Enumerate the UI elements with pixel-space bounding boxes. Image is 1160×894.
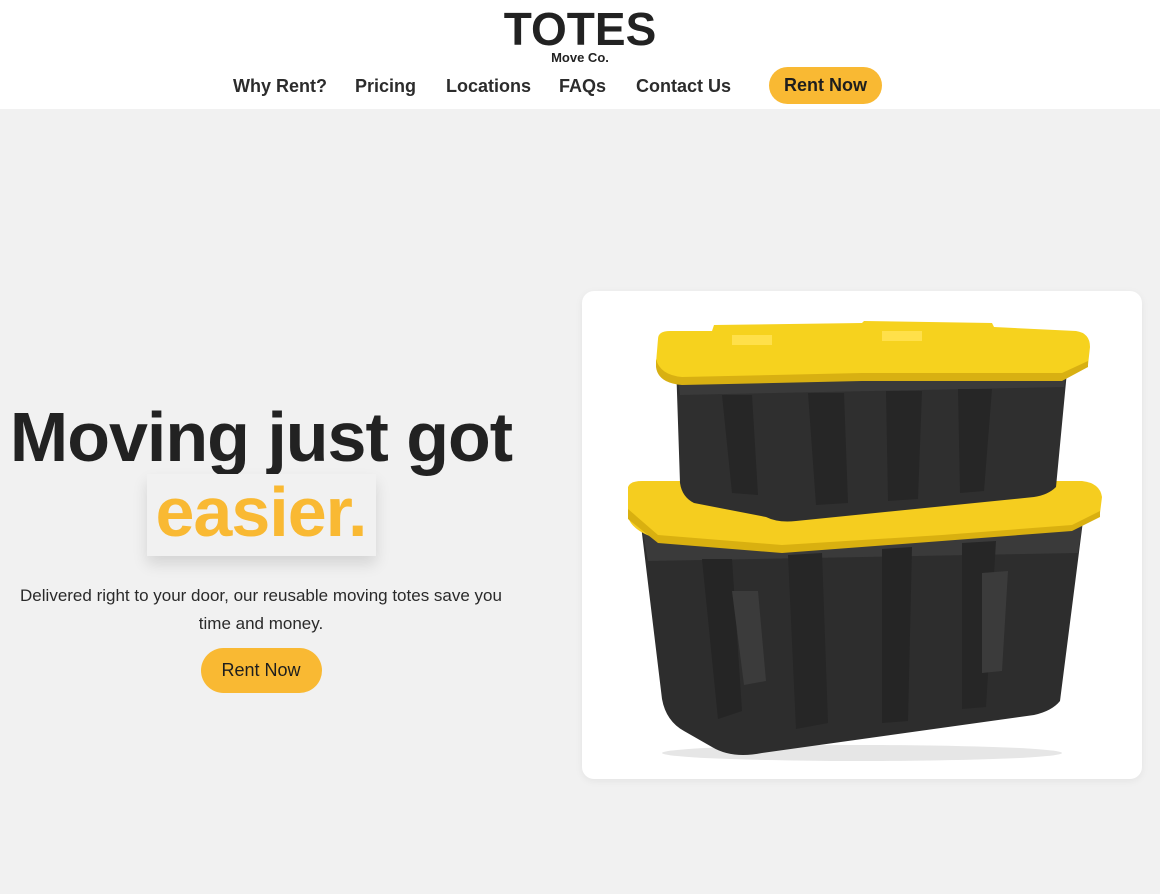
site-header: TOTES Move Co. Why Rent? Pricing Locatio… bbox=[0, 0, 1160, 109]
logo-title: TOTES bbox=[503, 3, 657, 55]
nav-locations[interactable]: Locations bbox=[446, 76, 531, 97]
hero-subtext: Delivered right to your door, our reusab… bbox=[20, 586, 502, 633]
nav-rent-now-button[interactable]: Rent Now bbox=[769, 67, 882, 104]
stacked-totes-image bbox=[628, 321, 1102, 761]
hero-image-card bbox=[582, 291, 1142, 779]
hero-rent-now-button[interactable]: Rent Now bbox=[200, 648, 322, 693]
hero-accent-box: easier. bbox=[146, 473, 376, 556]
logo-subtitle: Move Co. bbox=[551, 50, 609, 65]
hero-headline: Moving just got bbox=[9, 398, 513, 476]
nav-pricing[interactable]: Pricing bbox=[355, 76, 416, 97]
hero-headline-accent: easier. bbox=[155, 473, 368, 551]
main-nav: Why Rent? Pricing Locations FAQs Contact… bbox=[0, 67, 1160, 104]
nav-why-rent[interactable]: Why Rent? bbox=[233, 76, 327, 97]
hero-text: Moving just got easier. Delivered right … bbox=[0, 400, 522, 693]
nav-faqs[interactable]: FAQs bbox=[559, 76, 606, 97]
nav-contact-us[interactable]: Contact Us bbox=[636, 76, 731, 97]
logo[interactable]: TOTES Move Co. bbox=[0, 6, 1160, 65]
